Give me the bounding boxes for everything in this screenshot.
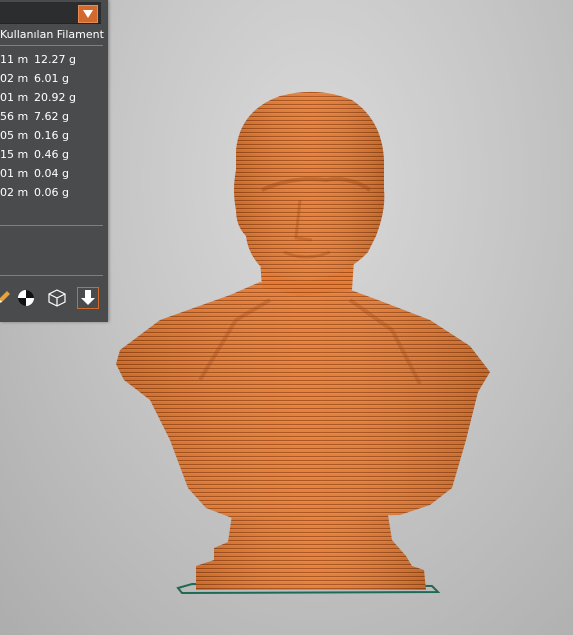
pencil-icon	[0, 291, 10, 303]
weight-value: 6.01 g	[34, 72, 69, 85]
3d-viewport[interactable]: Kullanılan Filament 11 m 12.27 g 02 m 6.01…	[0, 0, 573, 635]
view-toolbar	[0, 287, 108, 311]
length-value: 15 m	[0, 148, 29, 161]
download-button[interactable]	[77, 287, 99, 309]
weight-value: 0.06 g	[34, 186, 69, 199]
filament-rows: 11 m 12.27 g 02 m 6.01 g 01 m 20.92 g 56 m 7…	[0, 50, 108, 202]
table-row: 01 m 0.04 g	[0, 164, 108, 183]
dropdown-button[interactable]	[78, 5, 98, 23]
weight-value: 7.62 g	[34, 110, 69, 123]
divider	[0, 45, 103, 46]
table-row: 02 m 0.06 g	[0, 183, 108, 202]
length-value: 02 m	[0, 72, 29, 85]
table-row: 05 m 0.16 g	[0, 126, 108, 145]
color-scheme-button[interactable]	[15, 287, 37, 309]
color-scheme-icon	[18, 290, 34, 306]
table-row: 01 m 20.92 g	[0, 88, 108, 107]
used-filament-header: Kullanılan Filament	[0, 28, 104, 41]
pencil-tool-button[interactable]	[0, 287, 14, 309]
length-value: 01 m	[0, 91, 29, 104]
length-value: 02 m	[0, 186, 29, 199]
length-value: 56 m	[0, 110, 29, 123]
weight-value: 0.16 g	[34, 129, 69, 142]
view-mode-dropdown[interactable]	[0, 2, 101, 24]
filament-stats-panel: Kullanılan Filament 11 m 12.27 g 02 m 6.01…	[0, 0, 108, 322]
wireframe-button[interactable]	[46, 287, 68, 309]
weight-value: 0.46 g	[34, 148, 69, 161]
table-row: 11 m 12.27 g	[0, 50, 108, 69]
weight-value: 0.04 g	[34, 167, 69, 180]
divider	[0, 225, 103, 226]
table-row: 02 m 6.01 g	[0, 69, 108, 88]
length-value: 05 m	[0, 129, 29, 142]
chevron-down-icon	[83, 10, 93, 18]
weight-value: 12.27 g	[34, 53, 76, 66]
wireframe-cube-icon	[48, 289, 66, 307]
length-value: 11 m	[0, 53, 29, 66]
weight-value: 20.92 g	[34, 91, 76, 104]
download-arrow-icon	[81, 290, 95, 305]
length-value: 01 m	[0, 167, 29, 180]
divider	[0, 275, 103, 276]
table-row: 15 m 0.46 g	[0, 145, 108, 164]
table-row: 56 m 7.62 g	[0, 107, 108, 126]
